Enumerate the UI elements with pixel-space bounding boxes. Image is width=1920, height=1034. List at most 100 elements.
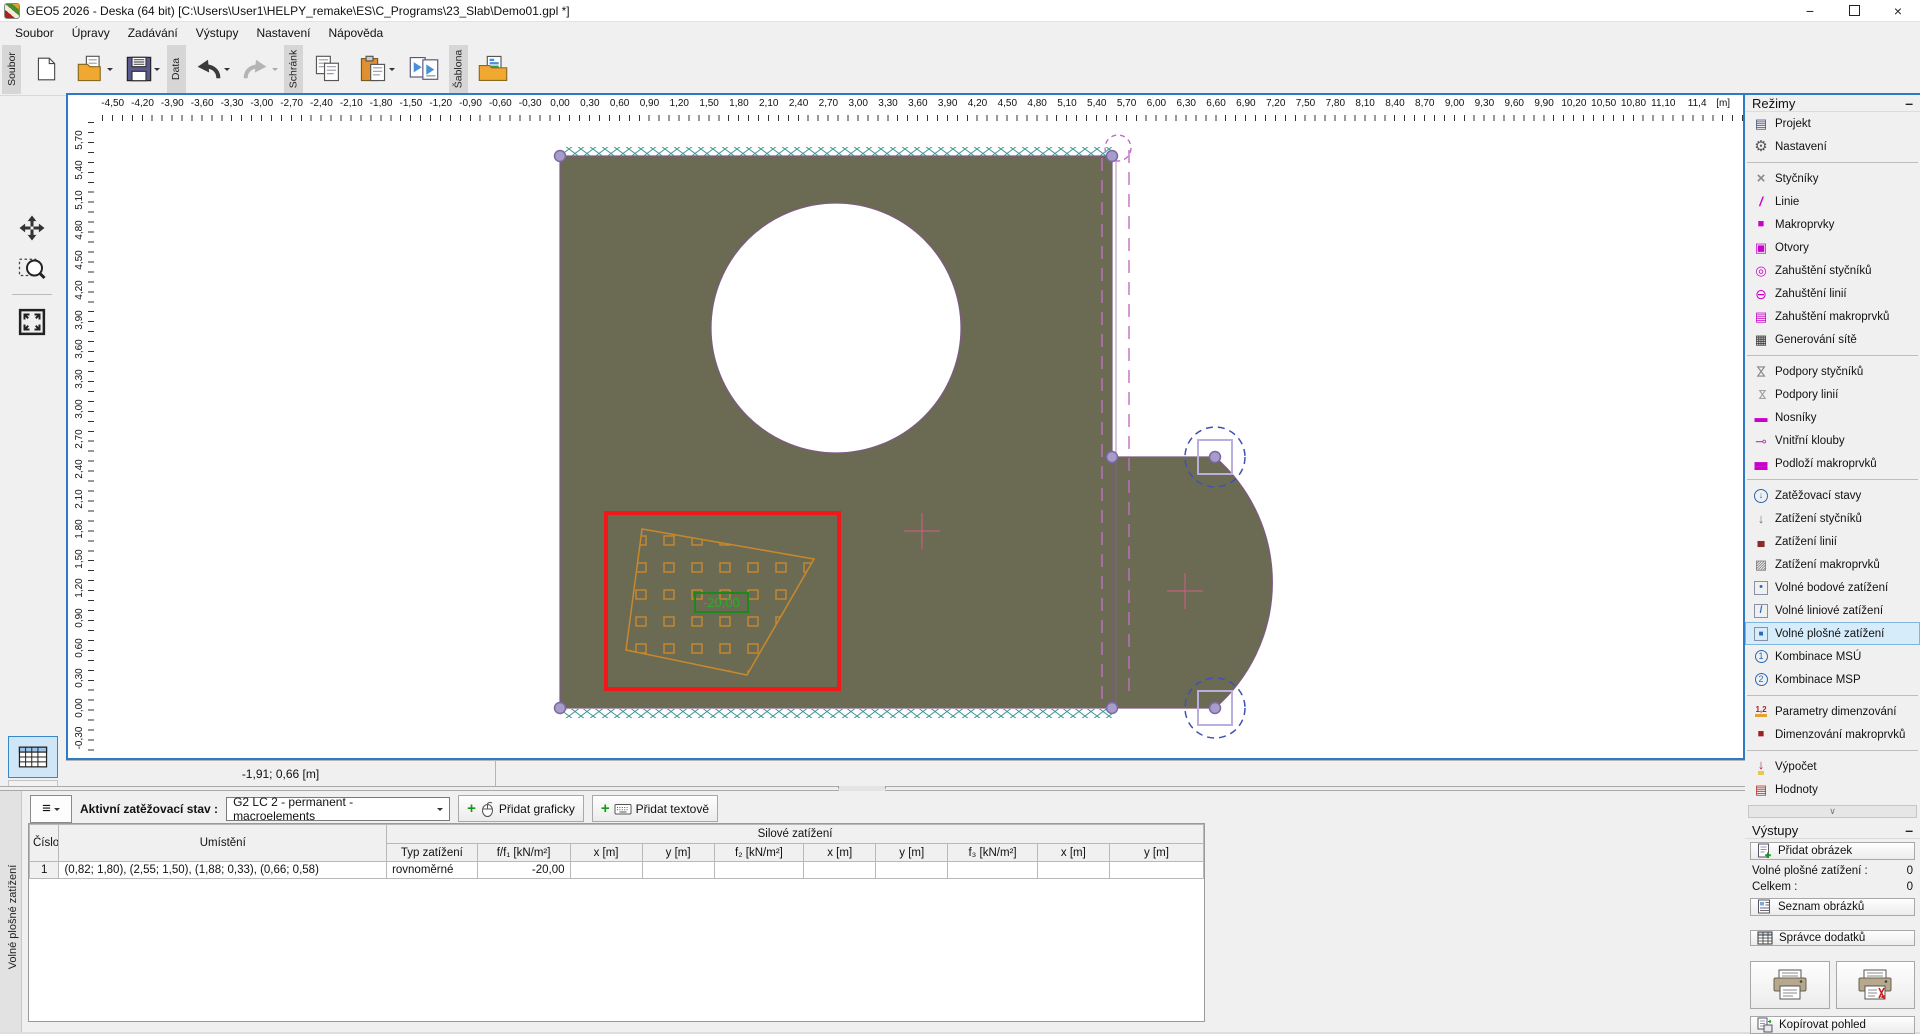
sidebar-item-free-point[interactable]: Volné bodové zatížení [1745, 576, 1920, 599]
load-table[interactable]: Číslo▲ Umístění Silové zatížení Typ zatí… [28, 824, 1205, 879]
dim-params-icon [1752, 704, 1770, 720]
sidebar-item-load-macro[interactable]: Zatížení makroprvků [1745, 553, 1920, 576]
pan-button[interactable] [8, 208, 56, 248]
menu-item-1[interactable]: Úpravy [63, 24, 119, 42]
macroelement-icon [1752, 217, 1770, 233]
sidebar-item-support-joints[interactable]: Podpory styčníků [1745, 360, 1920, 383]
sidebar-item-beams[interactable]: Nosníky [1745, 406, 1920, 429]
cursor-coordinates: -1,91; 0,66 [m] [66, 761, 496, 786]
copy-view-button[interactable]: Kopírovat pohled [1750, 1016, 1915, 1034]
add-picture-button[interactable]: Přidat obrázek [1750, 842, 1915, 860]
save-button[interactable] [119, 46, 165, 92]
sidebar-item-opening[interactable]: Otvory [1745, 236, 1920, 259]
sidebar-item-label: Volné bodové zatížení [1775, 581, 1889, 594]
sidebar-item-line[interactable]: Linie [1745, 190, 1920, 213]
save-dropdown-arrow[interactable] [153, 68, 160, 74]
sidebar-item-label: Volné liniové zatížení [1775, 604, 1884, 617]
menu-item-0[interactable]: Soubor [6, 24, 63, 42]
calc-icon [1752, 759, 1770, 775]
sidebar-item-joints[interactable]: Styčníky [1745, 167, 1920, 190]
col-header-location[interactable]: Umístění [58, 824, 388, 862]
print-document-button[interactable] [1750, 961, 1830, 1009]
sidebar-item-label: Podpory linií [1775, 388, 1839, 401]
load-case-select[interactable]: G2 LC 2 - permanent - macroelements [226, 795, 451, 823]
toolbar-group-file: Soubor [2, 44, 21, 94]
sidebar-separator [1747, 695, 1918, 696]
table-menu-button[interactable]: ≡ [30, 794, 72, 823]
sidebar-item-dim-macro[interactable]: Dimenzování makroprvků [1745, 723, 1920, 746]
outputs-panel-header: Výstupy – [1745, 822, 1920, 839]
print-selection-button[interactable] [1835, 961, 1915, 1009]
maximize-button[interactable] [1832, 0, 1876, 22]
add-graphically-label: Přidat graficky [498, 801, 575, 816]
paste-dropdown-arrow[interactable] [388, 68, 395, 74]
load-joints-icon [1752, 511, 1770, 527]
open-dropdown-arrow[interactable] [106, 68, 113, 74]
sidebar-item-calc[interactable]: Výpočet [1745, 755, 1920, 778]
menu-item-4[interactable]: Nastavení [247, 24, 319, 42]
sidebar-item-load-joints[interactable]: Zatížení styčníků [1745, 507, 1920, 530]
redo-button[interactable] [236, 46, 282, 92]
sidebar-item-mesh[interactable]: Generování sítě [1745, 328, 1920, 351]
close-button[interactable]: × [1876, 0, 1920, 22]
table-menu-arrow [53, 807, 60, 814]
copy-button[interactable] [305, 46, 351, 92]
addon-manager-button[interactable]: Správce dodatků [1750, 930, 1915, 946]
template-button[interactable] [470, 46, 516, 92]
load-macro-icon [1752, 557, 1770, 573]
add-graphically-button[interactable]: + Přidat graficky [458, 795, 584, 822]
plus-icon: + [467, 800, 476, 817]
sidebar-item-load-cases[interactable]: Zatěžovací stavy [1745, 484, 1920, 507]
sidebar-item-hinges[interactable]: Vnitřní klouby [1745, 429, 1920, 452]
sidebar-item-free-line[interactable]: Volné liniové zatížení [1745, 599, 1920, 622]
add-picture-label: Přidat obrázek [1778, 845, 1853, 857]
sidebar-item-support-lines[interactable]: Podpory linií [1745, 383, 1920, 406]
sidebar-item-dim-params[interactable]: Parametry dimenzování [1745, 700, 1920, 723]
cell-0-8 [875, 861, 949, 879]
sidebar-item-combi2[interactable]: Kombinace MSP [1745, 668, 1920, 691]
table-row[interactable]: 1 (0,82; 1,80), (2,55; 1,50), (1,88; 0,33… [28, 861, 1205, 879]
sidebar-item-document[interactable]: Projekt [1745, 112, 1920, 135]
collapse-modes-icon[interactable]: – [1905, 95, 1913, 111]
undo-dropdown-arrow[interactable] [223, 68, 230, 74]
free-point-icon [1752, 580, 1770, 596]
sidebar-item-label: Zatěžovací stavy [1775, 489, 1862, 502]
cell-0-7 [803, 861, 877, 879]
table-view-button[interactable] [8, 736, 58, 778]
minimize-button[interactable]: − [1788, 0, 1832, 22]
sidebar-item-macroelement[interactable]: Makroprvky [1745, 213, 1920, 236]
redo-dropdown-arrow[interactable] [271, 68, 278, 74]
menu-item-2[interactable]: Zadávání [119, 24, 187, 42]
opening-icon [1752, 240, 1770, 256]
h-ruler-ticks [95, 115, 1743, 121]
sidebar-item-refine-lines[interactable]: Zahuštění linií [1745, 282, 1920, 305]
support-joints-icon [1752, 364, 1770, 380]
printer-icon [1773, 969, 1807, 1000]
col-header-number[interactable]: Číslo▲ [28, 824, 60, 862]
print-preview-button[interactable] [401, 46, 447, 92]
sidebar-item-load-lines[interactable]: Zatížení linií [1745, 530, 1920, 553]
menu-item-5[interactable]: Nápověda [319, 24, 392, 42]
sidebar-item-combi1[interactable]: Kombinace MSÚ [1745, 645, 1920, 668]
drawing-area[interactable]: -20,00 [95, 122, 1743, 758]
sidebar-item-free-area[interactable]: Volné plošné zatížení [1745, 622, 1920, 645]
menu-item-3[interactable]: Výstupy [187, 24, 248, 42]
modes-expand-button[interactable]: ∨ [1748, 805, 1917, 818]
zoom-select-button[interactable] [8, 248, 56, 288]
template-folder-icon [478, 55, 508, 81]
paste-button[interactable] [353, 46, 399, 92]
sidebar-item-values[interactable]: Hodnoty [1745, 778, 1920, 801]
maximize-icon [1848, 5, 1860, 16]
picture-list-button[interactable]: Seznam obrázků [1750, 898, 1915, 916]
sidebar-item-refine-macro[interactable]: Zahuštění makroprvků [1745, 305, 1920, 328]
sidebar-item-subsoil[interactable]: Podloží makroprvků [1745, 452, 1920, 475]
collapse-outputs-icon[interactable]: – [1905, 822, 1913, 838]
fit-view-button[interactable] [8, 302, 56, 342]
open-file-button[interactable] [71, 46, 117, 92]
sidebar-item-gear[interactable]: Nastavení [1745, 135, 1920, 158]
sidebar-item-refine-joints[interactable]: Zahuštění styčníků [1745, 259, 1920, 282]
refine-joints-icon [1752, 263, 1770, 279]
undo-button[interactable] [188, 46, 234, 92]
new-file-button[interactable] [23, 46, 69, 92]
add-textually-button[interactable]: + Přidat textově [591, 795, 718, 822]
